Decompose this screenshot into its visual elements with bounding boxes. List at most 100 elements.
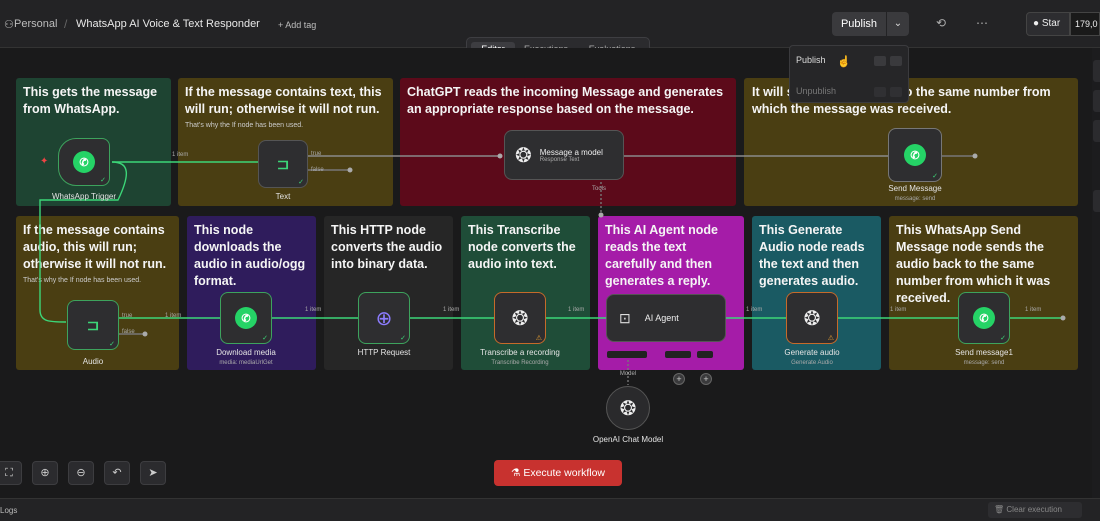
clear-execution-button[interactable]: 🗑 Clear execution	[988, 502, 1082, 518]
clear-label: Clear execution	[1006, 505, 1062, 514]
logs-tab[interactable]: Logs	[0, 506, 17, 515]
trash-icon: 🗑	[994, 505, 1005, 514]
connection-label: 1 item	[165, 313, 182, 319]
shortcut-key-icon	[890, 87, 902, 97]
note-text: This node downloads the audio in audio/o…	[194, 223, 306, 288]
whatsapp-trigger-node[interactable]: ✆ ✓	[58, 138, 110, 186]
model-port-label: Model	[619, 371, 637, 377]
add-tag-link[interactable]: + Add tag	[278, 20, 316, 30]
connection-label: 1 item	[172, 152, 189, 158]
check-icon: ✓	[262, 335, 268, 342]
add-tool-button[interactable]: +	[700, 373, 712, 385]
side-panel-button[interactable]	[1093, 120, 1100, 142]
add-memory-button[interactable]: +	[673, 373, 685, 385]
history-icon[interactable]: ⟲	[936, 16, 946, 30]
publish-button[interactable]: Publish	[832, 12, 886, 36]
node-sublabel: message: send	[963, 360, 1005, 366]
check-icon: ✓	[100, 177, 106, 184]
cursor-icon: ☝	[837, 56, 851, 68]
node-label: Audio	[82, 357, 104, 366]
node-label: Generate audio	[784, 348, 840, 357]
node-label: Download media	[216, 348, 276, 357]
flask-icon: ⚗	[510, 467, 521, 479]
send-message-node[interactable]: ✆ ✓	[888, 128, 942, 182]
audio-if-node[interactable]: ⊐ ✓	[67, 300, 119, 350]
execute-label: Execute workflow	[523, 467, 606, 479]
sticky-note[interactable]: This AI Agent node reads the text carefu…	[598, 216, 744, 370]
if-icon: ⊐	[276, 156, 290, 173]
node-sublabel: Transcribe Recording	[491, 360, 549, 366]
node-label: Message a model	[539, 147, 603, 157]
github-icon: ●	[1033, 18, 1040, 29]
node-label: OpenAI Chat Model	[592, 435, 664, 444]
more-options-icon[interactable]: ⋯	[976, 16, 988, 30]
note-text: If the message contains audio, this will…	[23, 223, 167, 271]
publish-menu: Publish ☝ Unpublish	[789, 45, 909, 103]
true-output-label: true	[122, 313, 133, 319]
side-panel-button[interactable]	[1093, 90, 1100, 112]
message-model-node[interactable]: ❂ Message a model Response Text	[504, 130, 624, 180]
node-label: AI Agent	[644, 313, 679, 323]
shortcut-key-icon	[874, 56, 886, 66]
cursor-icon[interactable]: ➤	[140, 461, 166, 485]
node-sublabel: Response Text	[539, 156, 580, 163]
node-label: Transcribe a recording	[480, 348, 560, 357]
side-panel-button[interactable]	[1093, 60, 1100, 82]
node-sublabel: media: mediaUrlGet	[219, 360, 273, 366]
generate-audio-node[interactable]: ❂ ⚠	[786, 292, 838, 344]
undo-icon[interactable]: ↶	[104, 461, 130, 485]
transcribe-node[interactable]: ❂ ⚠	[494, 292, 546, 344]
breadcrumb-separator: /	[64, 17, 68, 31]
zoom-in-icon[interactable]: ⊕	[32, 461, 58, 485]
note-text: This Generate Audio node reads the text …	[759, 223, 865, 288]
memory-port-label	[665, 351, 691, 358]
check-icon: ✓	[298, 179, 304, 186]
node-label: HTTP Request	[357, 348, 411, 357]
warning-icon: ⚠	[535, 335, 542, 342]
note-text: ChatGPT reads the incoming Message and g…	[407, 85, 724, 116]
openai-chat-model-node[interactable]: ❂	[606, 386, 650, 430]
connection-label: 1 item	[305, 307, 322, 313]
tool-port-label	[697, 351, 713, 358]
connection-label: 1 item	[568, 307, 585, 313]
github-star-button[interactable]: ● Star	[1026, 12, 1070, 36]
note-text: If the message contains text, this will …	[185, 85, 382, 116]
http-request-node[interactable]: ⊕ ✓	[358, 292, 410, 344]
note-text: This AI Agent node reads the text carefu…	[605, 223, 718, 288]
node-label: WhatsApp Trigger	[51, 192, 117, 201]
send-message1-node[interactable]: ✆ ✓	[958, 292, 1010, 344]
check-icon: ✓	[400, 335, 406, 342]
fit-view-icon[interactable]: ⛶	[0, 461, 22, 485]
star-count: 179,0	[1070, 12, 1100, 36]
shortcut-key-icon	[874, 87, 886, 97]
chevron-down-icon[interactable]: ⌄	[887, 12, 909, 36]
check-icon: ✓	[1000, 335, 1006, 342]
note-subtext: That's why the If node has been used.	[23, 277, 142, 284]
node-sublabel: message: send	[894, 196, 936, 202]
text-if-node[interactable]: ⊐ ✓	[258, 140, 308, 188]
false-output-label: false	[122, 329, 135, 335]
execute-workflow-button[interactable]: ⚗ Execute workflow	[494, 460, 622, 486]
zoom-out-icon[interactable]: ⊖	[68, 461, 94, 485]
false-output-label: false	[311, 167, 324, 173]
menu-item-unpublish[interactable]: Unpublish	[796, 86, 836, 96]
breadcrumb-project[interactable]: Personal	[14, 18, 57, 30]
chat-model-port-label	[607, 351, 647, 358]
user-icon: ⚇	[4, 19, 14, 31]
node-label: Send Message	[888, 184, 942, 193]
if-icon: ⊐	[86, 317, 100, 334]
whatsapp-icon: ✆	[73, 151, 95, 173]
side-panel-button[interactable]	[1093, 190, 1100, 212]
true-output-label: true	[311, 151, 322, 157]
whatsapp-icon: ✆	[235, 307, 257, 329]
openai-icon: ❂	[511, 307, 529, 330]
shortcut-key-icon	[890, 56, 902, 66]
menu-item-publish[interactable]: Publish	[796, 55, 826, 65]
bottom-bar	[0, 498, 1100, 521]
check-icon: ✓	[109, 341, 115, 348]
download-media-node[interactable]: ✆ ✓	[220, 292, 272, 344]
connection-label: 1 item	[443, 307, 460, 313]
workflow-name[interactable]: WhatsApp AI Voice & Text Responder	[76, 18, 260, 30]
ai-agent-node[interactable]: ⊡ AI Agent	[606, 294, 726, 342]
warning-icon: ⚠	[827, 335, 834, 342]
